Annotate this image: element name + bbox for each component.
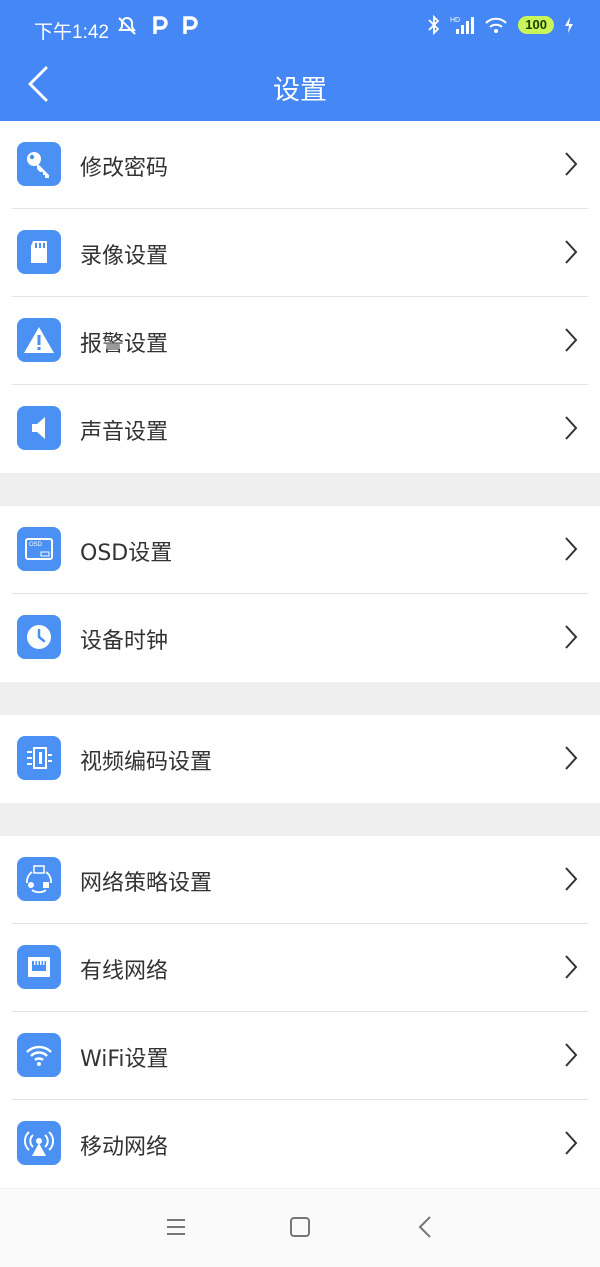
status-bar: 下午1:42 HD 100 — [0, 0, 600, 56]
app-header: 下午1:42 HD 100 设置 — [0, 0, 600, 121]
recent-apps-menu-icon[interactable] — [164, 1215, 188, 1239]
settings-item-sound[interactable]: 声音设置 — [0, 385, 600, 473]
chevron-right-icon — [565, 867, 578, 891]
svg-text:HD: HD — [450, 17, 460, 24]
cellular-tower-icon — [17, 1121, 61, 1165]
settings-item-mobile-network[interactable]: 移动网络 — [0, 1100, 600, 1188]
chevron-right-icon — [565, 1131, 578, 1155]
home-square-icon[interactable] — [288, 1215, 312, 1239]
title-bar: 设置 — [0, 56, 600, 121]
chevron-right-icon — [565, 625, 578, 649]
group-separator — [0, 473, 600, 506]
settings-item-osd[interactable]: OSD OSD设置 — [0, 506, 600, 594]
settings-item-recording[interactable]: 录像设置 — [0, 209, 600, 297]
settings-item-network-policy[interactable]: 网络策略设置 — [0, 836, 600, 924]
wifi-status-icon — [485, 17, 508, 33]
settings-item-device-clock[interactable]: 设备时钟 — [0, 594, 600, 682]
group-separator — [0, 803, 600, 836]
chevron-right-icon — [565, 240, 578, 264]
settings-item-label: 录像设置 — [80, 244, 169, 269]
speaker-icon — [17, 406, 61, 450]
settings-item-label: 有线网络 — [80, 959, 169, 984]
clock-icon — [17, 615, 61, 659]
settings-item-label: WiFi设置 — [80, 1047, 169, 1072]
sd-card-icon — [17, 230, 61, 274]
wifi-icon — [17, 1033, 61, 1077]
key-icon — [17, 142, 61, 186]
settings-item-alarm[interactable]: 报警设置 — [0, 297, 600, 385]
settings-item-wired-network[interactable]: 有线网络 — [0, 924, 600, 1012]
warning-icon — [17, 318, 61, 362]
chevron-right-icon — [565, 152, 578, 176]
settings-item-label: 修改密码 — [80, 156, 169, 181]
status-time: 下午1:42 — [34, 22, 109, 43]
settings-item-label: 报警设置 — [80, 332, 169, 357]
settings-item-label: 网络策略设置 — [80, 871, 213, 896]
system-nav-bar — [0, 1188, 600, 1267]
p-app-icon — [153, 16, 168, 34]
settings-item-video-encoding[interactable]: 视频编码设置 — [0, 715, 600, 803]
status-system-icons: HD 100 — [428, 15, 574, 35]
signal-icon: HD — [450, 17, 475, 34]
chevron-right-icon — [565, 537, 578, 561]
settings-list: 修改密码 录像设置 报警设置 声音设置 OSD OSD设置 设备时钟 视频编码设… — [0, 121, 600, 1188]
osd-icon: OSD — [17, 527, 61, 571]
alarm-off-icon — [118, 17, 136, 35]
p-app-icon-2 — [183, 16, 198, 34]
settings-item-label: 移动网络 — [80, 1135, 169, 1160]
page-title: 设置 — [273, 75, 327, 106]
settings-item-label: OSD设置 — [80, 541, 173, 566]
svg-text:OSD: OSD — [29, 542, 43, 548]
settings-item-wifi[interactable]: WiFi设置 — [0, 1012, 600, 1100]
chevron-right-icon — [565, 1043, 578, 1067]
settings-item-label: 设备时钟 — [80, 629, 169, 654]
group-separator — [0, 682, 600, 715]
battery-level: 100 — [518, 16, 554, 34]
status-notification-icons — [116, 15, 198, 37]
chevron-right-icon — [565, 955, 578, 979]
video-encode-icon — [17, 736, 61, 780]
settings-item-label: 视频编码设置 — [80, 750, 213, 775]
nav-back-icon[interactable] — [414, 1215, 438, 1239]
network-policy-icon — [17, 857, 61, 901]
charging-icon — [565, 17, 573, 33]
settings-item-label: 声音设置 — [80, 420, 169, 445]
settings-item-change-password[interactable]: 修改密码 — [0, 121, 600, 209]
chevron-right-icon — [565, 328, 578, 352]
chevron-right-icon — [565, 416, 578, 440]
ethernet-icon — [17, 945, 61, 989]
bluetooth-icon — [428, 15, 440, 35]
chevron-right-icon — [565, 746, 578, 770]
